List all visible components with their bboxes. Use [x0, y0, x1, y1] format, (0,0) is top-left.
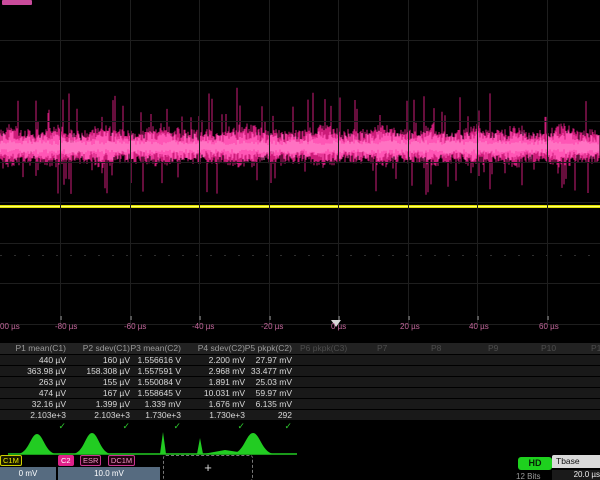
axis-tick-label: 60 µs: [539, 322, 559, 331]
measurement-cell: 474 µV: [0, 388, 66, 398]
axis-tick: [547, 316, 549, 320]
axis-tick: [269, 316, 271, 320]
measurement-row: 440 µV160 µV1.556616 V2.200 mV27.97 mV: [0, 355, 600, 366]
measurement-cell: 6.135 mV: [222, 399, 292, 409]
gridline-horizontal: [0, 243, 600, 244]
axis-tick: [60, 316, 62, 320]
measurement-header-row: P1 mean(C1)P2 sdev(C1)P3 mean(C2)P4 sdev…: [0, 343, 600, 355]
measurement-header-inactive[interactable]: P11: [591, 343, 600, 354]
c2-channel-badge: C2: [58, 455, 74, 466]
measurement-header[interactable]: P3 mean(C2): [111, 343, 181, 354]
axis-tick-label: 0 µs: [331, 322, 346, 331]
c2-scale-value: 10.0 mV: [58, 467, 160, 480]
measurement-cell: 1.556616 V: [111, 355, 181, 365]
measurement-header[interactable]: P1 mean(C1): [0, 343, 66, 354]
timebase-button[interactable]: Tbase: [552, 455, 600, 468]
c2-coupling-badge: DC1M: [108, 455, 135, 466]
measurement-cell: 2.103e+3: [0, 410, 66, 420]
measurement-row: 363.98 µV158.308 µV1.557591 V2.968 mV33.…: [0, 366, 600, 377]
axis-tick: [408, 316, 410, 320]
measurement-cell: 263 µV: [0, 377, 66, 387]
histicon-spike: [160, 432, 166, 454]
oscilloscope-screen: 00 µs -80 µs -60 µs -40 µs -20 µs 0 µs 20 µs 40…: [0, 0, 600, 480]
measurement-cell: 1.730e+3: [111, 410, 181, 420]
measurement-cell: 33.477 mV: [222, 366, 292, 376]
measurement-cell: 1.557591 V: [111, 366, 181, 376]
trace-label-clipped: [2, 0, 32, 5]
axis-tick: [130, 316, 132, 320]
waveform-grid[interactable]: [0, 0, 600, 325]
channel-c2-descriptor[interactable]: C2 ESR DC1M 10.0 mV: [58, 455, 160, 473]
measurement-cell: 59.97 mV: [222, 388, 292, 398]
gridline-horizontal: [0, 283, 600, 284]
axis-tick-label: 00 µs: [0, 322, 20, 331]
histicon-bell: [72, 433, 112, 454]
measurement-table: P1 mean(C1)P2 sdev(C1)P3 mean(C2)P4 sdev…: [0, 343, 600, 432]
measurement-cell: 440 µV: [0, 355, 66, 365]
measurement-row: 474 µV167 µV1.558645 V10.031 mV59.97 mV: [0, 388, 600, 399]
measurement-header-inactive[interactable]: P10: [541, 343, 556, 354]
measurement-row: 263 µV155 µV1.550084 V1.891 mV25.03 mV: [0, 377, 600, 388]
axis-tick-label: -60 µs: [124, 322, 146, 331]
axis-tick-label: 20 µs: [400, 322, 420, 331]
measurement-cell: 1.558645 V: [111, 388, 181, 398]
measurement-row: 32.16 µV1.399 µV1.339 mV1.676 mV6.135 mV: [0, 399, 600, 410]
histicon-bell: [231, 433, 275, 454]
timebase-value: 20.0 µs: [552, 470, 600, 480]
axis-tick-label: -80 µs: [55, 322, 77, 331]
measurement-histicons: [0, 430, 600, 457]
measurement-cell: 32.16 µV: [0, 399, 66, 409]
measurement-cell: 363.98 µV: [0, 366, 66, 376]
bit-depth-label: 12 Bits: [516, 472, 540, 480]
add-trace-button[interactable]: +: [163, 455, 253, 480]
gridline-horizontal: [0, 81, 600, 82]
measurement-row: 2.103e+32.103e+31.730e+31.730e+3292: [0, 410, 600, 421]
measurement-cell: 27.97 mV: [222, 355, 292, 365]
hd-mode-badge[interactable]: HD: [518, 457, 552, 470]
histicon-bell: [17, 434, 57, 454]
time-axis: 00 µs -80 µs -60 µs -40 µs -20 µs 0 µs 20 µs 40…: [0, 316, 600, 334]
axis-tick: [199, 316, 201, 320]
measurement-header[interactable]: P5 pkpk(C2): [222, 343, 292, 354]
gridline-horizontal: [0, 121, 600, 122]
measurement-header-inactive[interactable]: P6 pkpk(C3): [300, 343, 347, 354]
c1-coupling-badge: C1M: [0, 455, 22, 466]
measurement-cell: 1.550084 V: [111, 377, 181, 387]
gridline-horizontal: [0, 202, 600, 203]
histicon-spike: [197, 438, 203, 454]
channel-c1-descriptor[interactable]: C1M 0 mV: [0, 455, 56, 473]
axis-tick: [477, 316, 479, 320]
gridline-horizontal: [0, 162, 600, 163]
measurement-cell: 292: [222, 410, 292, 420]
axis-tick-label: 40 µs: [469, 322, 489, 331]
c2-esr-badge: ESR: [80, 455, 101, 466]
measurement-cell: 1.339 mV: [111, 399, 181, 409]
measurement-header-inactive[interactable]: P9: [488, 343, 498, 354]
measurement-cell: 25.03 mV: [222, 377, 292, 387]
measurement-header-inactive[interactable]: P8: [431, 343, 441, 354]
c1-scale-value: 0 mV: [0, 467, 56, 480]
axis-tick-label: -40 µs: [192, 322, 214, 331]
measurement-header-inactive[interactable]: P7: [377, 343, 387, 354]
bottom-toolbar: C1M 0 mV C2 ESR DC1M 10.0 mV + HD 12 Bit…: [0, 455, 600, 480]
axis-tick: [338, 316, 340, 320]
grid-minor-ticks: [0, 255, 600, 256]
gridline-horizontal: [0, 40, 600, 41]
axis-tick-label: -20 µs: [261, 322, 283, 331]
